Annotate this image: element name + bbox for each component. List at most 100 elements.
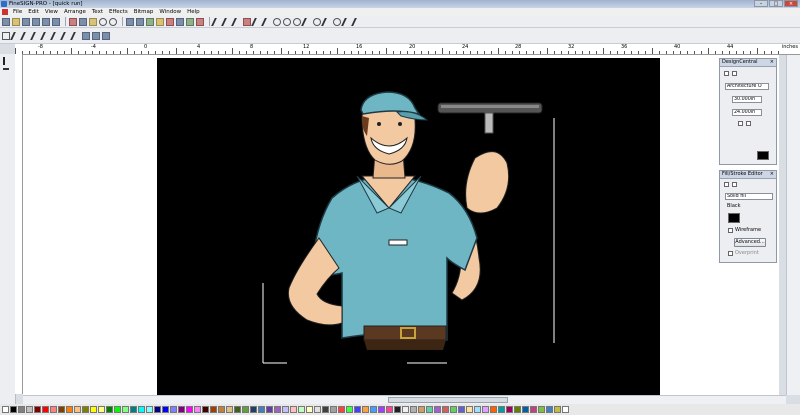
distort-icon[interactable] (243, 17, 251, 26)
palette-swatch[interactable] (66, 406, 73, 413)
palette-swatch[interactable] (154, 406, 161, 413)
open-icon[interactable] (12, 17, 20, 26)
cut-plot-icon[interactable] (196, 17, 204, 26)
node-edit-tool-icon[interactable] (3, 79, 11, 87)
palette-swatch[interactable] (442, 406, 449, 413)
palette-swatch[interactable] (554, 406, 561, 413)
palette-swatch[interactable] (522, 406, 529, 413)
vertical-scrollbar[interactable] (786, 55, 800, 395)
palette-swatch[interactable] (210, 406, 217, 413)
palette-swatch[interactable] (226, 406, 233, 413)
palette-swatch[interactable] (146, 406, 153, 413)
palette-swatch[interactable] (42, 406, 49, 413)
zoom-in-tool-icon[interactable] (3, 167, 11, 175)
palette-swatch[interactable] (234, 406, 241, 413)
menu-edit[interactable]: Edit (25, 8, 42, 16)
zoom-icon[interactable] (176, 17, 184, 26)
advanced-button[interactable]: Advanced... (734, 238, 766, 247)
line-tool-icon-left[interactable] (3, 101, 11, 109)
node-icon[interactable] (321, 17, 333, 26)
palette-swatch[interactable] (426, 406, 433, 413)
rectangle-select-icon[interactable] (2, 31, 10, 40)
loop-icon[interactable] (293, 17, 301, 26)
fill-color-swatch[interactable] (728, 213, 740, 223)
palette-swatch[interactable] (466, 406, 473, 413)
zoom-page-tool-icon[interactable] (3, 200, 11, 208)
fill-type-select[interactable]: Solid fill (725, 193, 773, 200)
palette-swatch[interactable] (434, 406, 441, 413)
palette-swatch[interactable] (346, 406, 353, 413)
palette-swatch[interactable] (330, 406, 337, 413)
palette-swatch[interactable] (34, 406, 41, 413)
palette-swatch[interactable] (290, 406, 297, 413)
tangent-icon[interactable] (313, 17, 321, 26)
zoom-out-tool-icon[interactable] (3, 178, 11, 186)
maximize-button[interactable]: □ (769, 0, 783, 7)
menu-help[interactable]: Help (184, 8, 203, 16)
align-icon[interactable] (146, 17, 154, 26)
palette-swatch[interactable] (322, 406, 329, 413)
circle-arc-icon[interactable] (283, 17, 291, 26)
palette-swatch[interactable] (114, 406, 121, 413)
palette-swatch[interactable] (218, 406, 225, 413)
palette-swatch[interactable] (10, 406, 17, 413)
palette-swatch[interactable] (546, 406, 553, 413)
palette-swatch[interactable] (74, 406, 81, 413)
menu-text[interactable]: Text (89, 8, 106, 16)
rotate-icon[interactable] (92, 31, 100, 40)
palette-swatch[interactable] (178, 406, 185, 413)
ungroup-icon[interactable] (136, 17, 144, 26)
export-icon[interactable] (42, 17, 50, 26)
palette-swatch[interactable] (474, 406, 481, 413)
palette-swatch[interactable] (314, 406, 321, 413)
palette-swatch[interactable] (2, 406, 9, 413)
horizontal-scroll-thumb[interactable] (388, 397, 508, 403)
palette-swatch[interactable] (242, 406, 249, 413)
palette-swatch[interactable] (298, 406, 305, 413)
zoom-previous-tool-icon[interactable] (3, 233, 11, 241)
palette-swatch[interactable] (50, 406, 57, 413)
shear-icon[interactable] (102, 31, 110, 40)
angle-icon[interactable] (261, 17, 273, 26)
menu-arrange[interactable]: Arrange (61, 8, 89, 16)
fill-tool-icon[interactable] (3, 112, 11, 120)
palette-swatch[interactable] (18, 406, 25, 413)
lock-proportions-icon[interactable] (738, 121, 743, 126)
palette-swatch[interactable] (130, 406, 137, 413)
palette-swatch[interactable] (186, 406, 193, 413)
minimize-button[interactable]: – (754, 0, 768, 7)
close-button[interactable]: × (784, 0, 798, 7)
menu-view[interactable]: View (42, 8, 61, 16)
group-icon[interactable] (126, 17, 134, 26)
palette-swatch[interactable] (266, 406, 273, 413)
layer-tool-icon[interactable] (3, 134, 11, 142)
text-tab-icon[interactable] (724, 71, 729, 76)
bezier-icon[interactable] (333, 17, 341, 26)
color-swatch-tool-icon[interactable] (3, 255, 11, 263)
shape-tool-icon[interactable] (3, 90, 11, 98)
palette-swatch[interactable] (410, 406, 417, 413)
import-icon[interactable] (32, 17, 40, 26)
color-icon[interactable] (186, 17, 194, 26)
outline-tool-icon[interactable] (3, 123, 11, 131)
save-icon[interactable] (22, 17, 30, 26)
cut-icon[interactable] (69, 17, 77, 26)
text-tool-icon[interactable] (3, 68, 9, 76)
palette-swatch[interactable] (450, 406, 457, 413)
zoom-all-tool-icon[interactable] (3, 222, 11, 230)
overprint-checkbox[interactable] (728, 251, 733, 256)
print-icon[interactable] (52, 17, 60, 26)
eyedropper-tool-icon[interactable] (3, 156, 11, 164)
palette-swatch[interactable] (562, 406, 569, 413)
palette-swatch[interactable] (362, 406, 369, 413)
palette-swatch[interactable] (282, 406, 289, 413)
stroke-tab-icon[interactable] (732, 182, 737, 187)
outline-color-swatch[interactable] (757, 151, 769, 160)
undo-icon[interactable] (99, 17, 107, 26)
palette-swatch[interactable] (122, 406, 129, 413)
palette-swatch[interactable] (106, 406, 113, 413)
palette-swatch[interactable] (274, 406, 281, 413)
new-icon[interactable] (2, 17, 10, 26)
pointer-tool-icon[interactable] (3, 57, 11, 65)
palette-swatch[interactable] (530, 406, 537, 413)
